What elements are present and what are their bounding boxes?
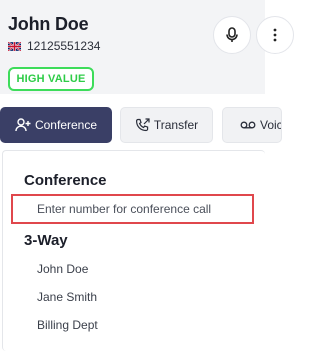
call-panel: John Doe 12125551234 HIGH VALUE Conferen… [0, 0, 294, 351]
tab-conference[interactable]: Conference [0, 107, 112, 143]
phone-number: 12125551234 [27, 39, 101, 53]
conference-number-input[interactable] [11, 194, 254, 224]
tab-voicemail-label: Voicemail [260, 118, 282, 132]
contact-card: John Doe 12125551234 HIGH VALUE [0, 0, 294, 94]
more-icon [273, 28, 277, 42]
three-way-contact-item[interactable]: John Doe [37, 262, 88, 276]
microphone-icon [226, 27, 238, 42]
mute-button[interactable] [213, 16, 251, 54]
phone-row: 12125551234 [8, 39, 100, 53]
voicemail-icon [240, 121, 256, 129]
status-badge: HIGH VALUE [8, 67, 94, 91]
three-way-section-title: 3-Way [24, 232, 68, 249]
more-button[interactable] [256, 16, 294, 54]
three-way-contact-item[interactable]: Jane Smith [37, 290, 97, 304]
tab-voicemail[interactable]: Voicemail [222, 107, 282, 143]
contact-name: John Doe [8, 14, 89, 34]
conference-section-title: Conference [24, 172, 107, 189]
tab-transfer-label: Transfer [153, 118, 199, 132]
tab-transfer[interactable]: Transfer [120, 107, 213, 143]
three-way-contact-item[interactable]: Billing Dept [37, 318, 98, 332]
add-user-icon [15, 118, 31, 132]
uk-flag-icon [8, 41, 21, 51]
tab-conference-label: Conference [34, 118, 98, 132]
phone-forward-icon [135, 117, 150, 131]
